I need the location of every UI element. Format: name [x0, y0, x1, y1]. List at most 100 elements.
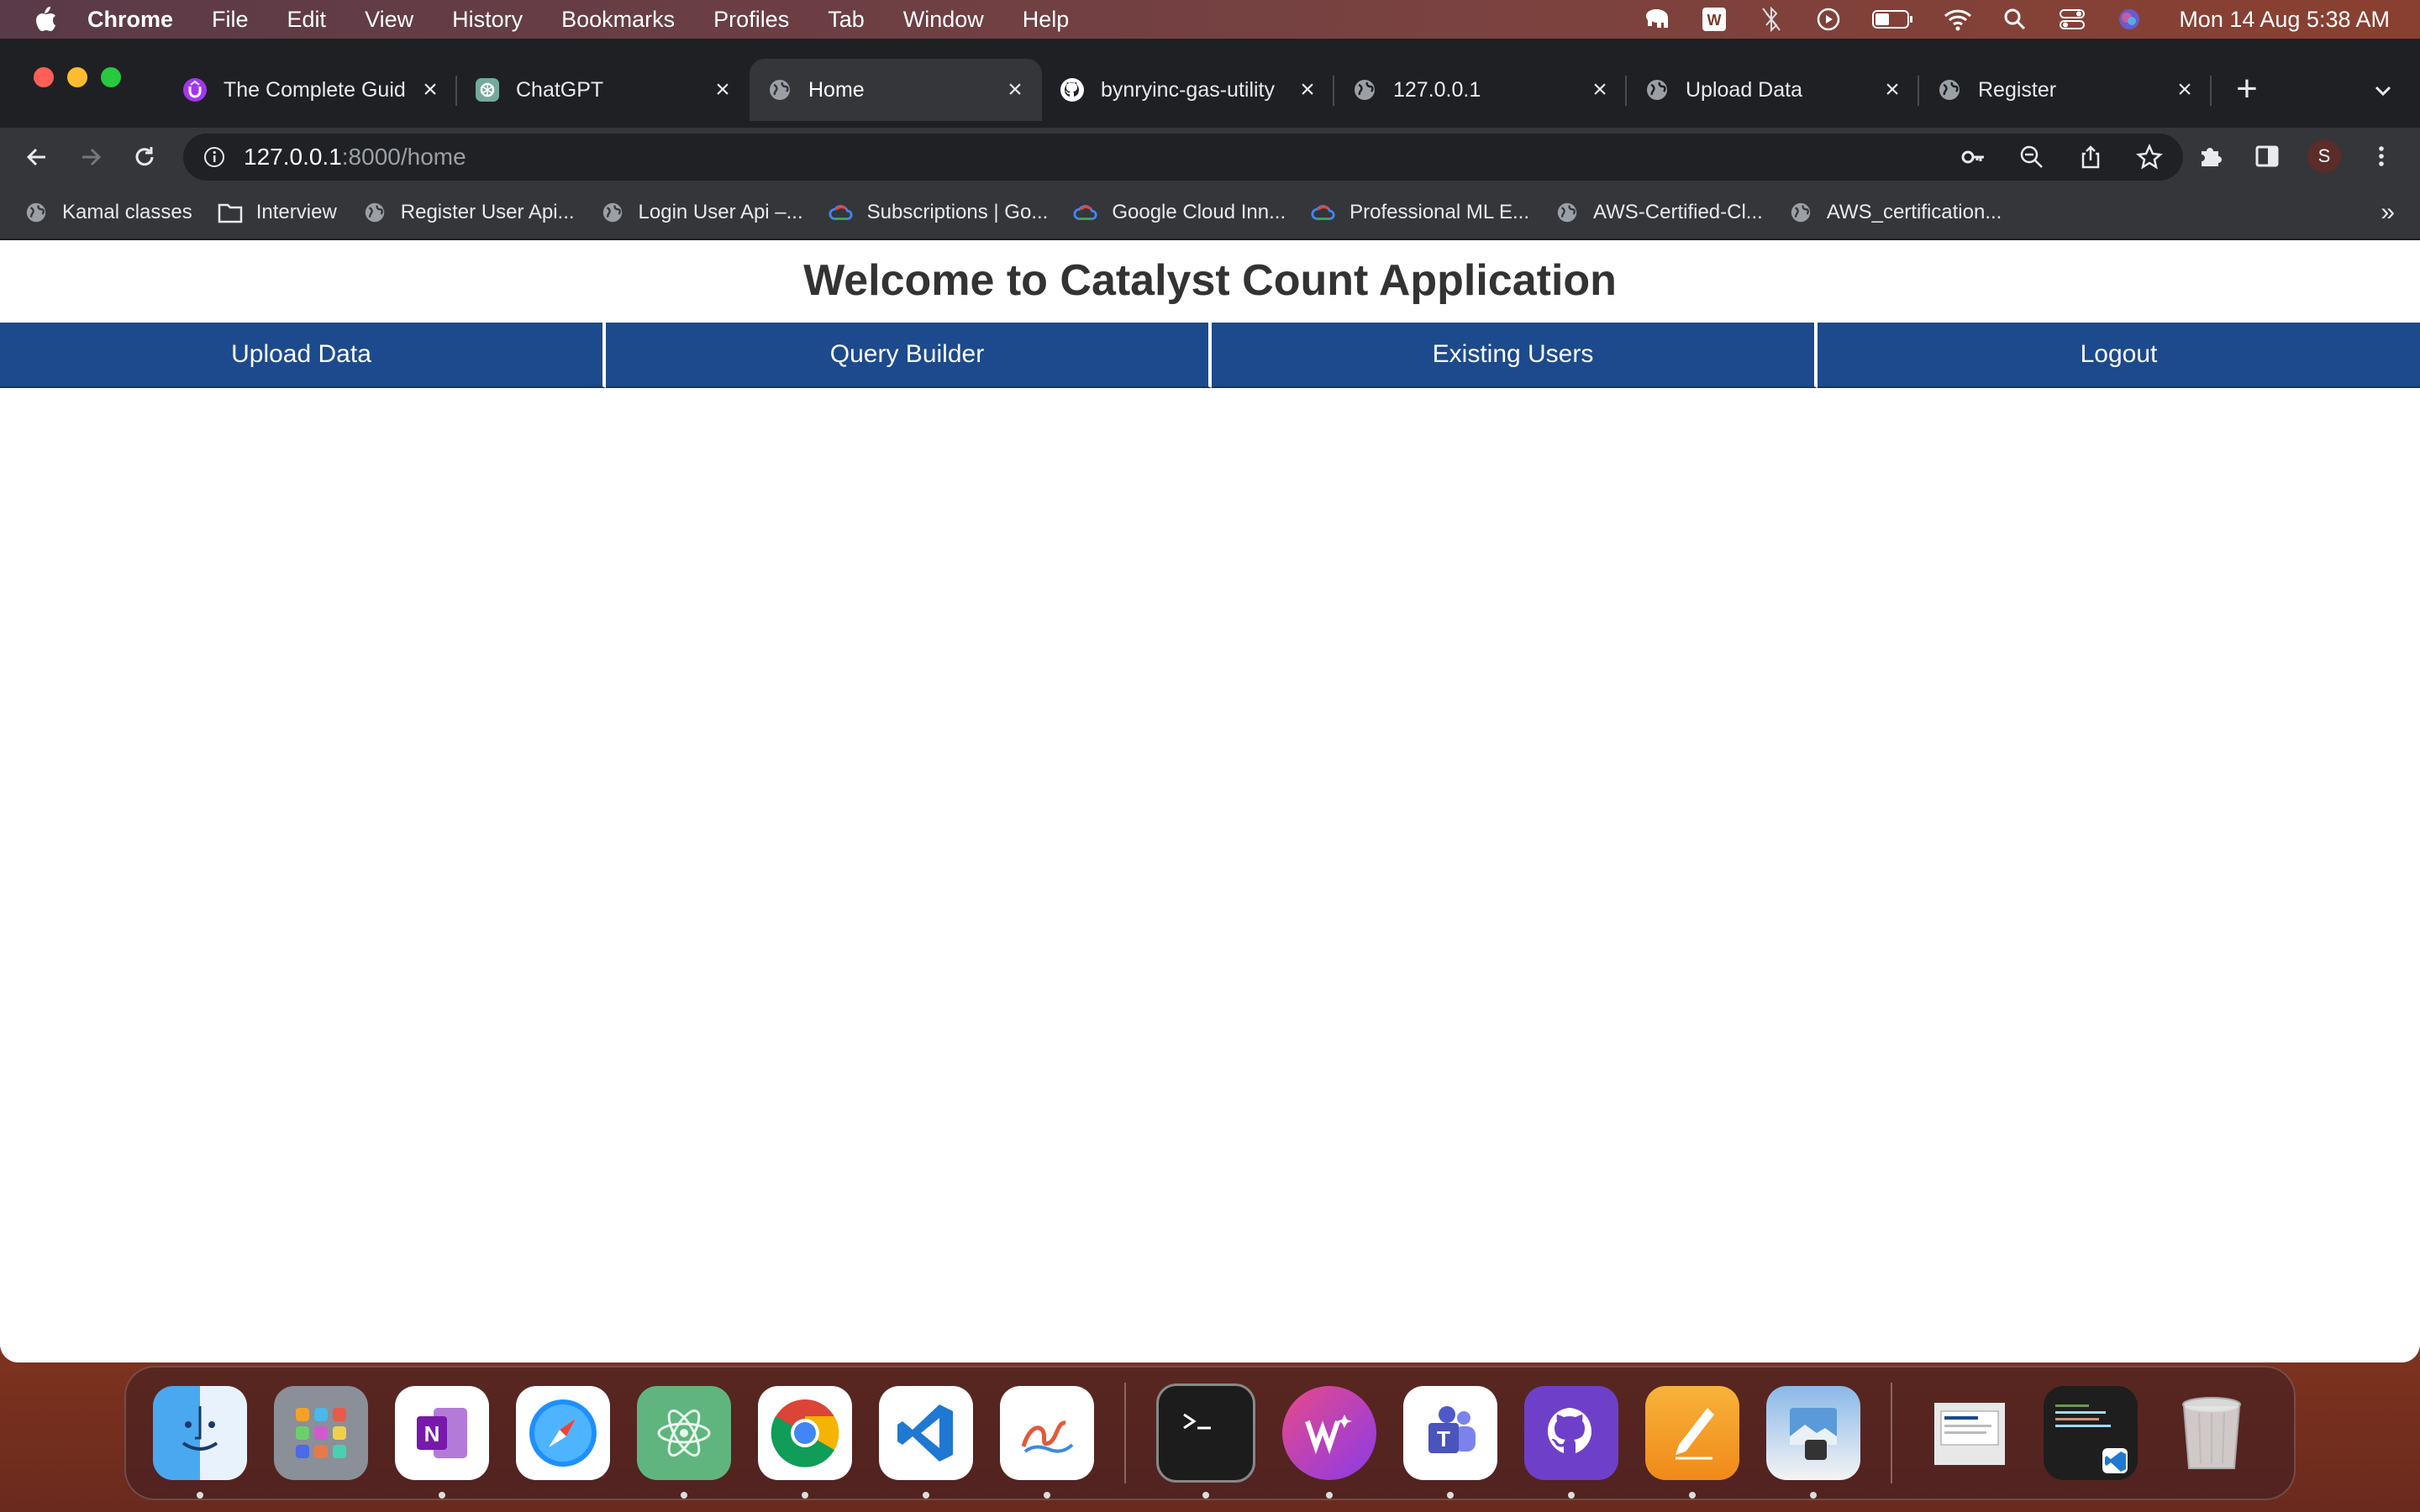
url-path: :8000/home: [341, 144, 466, 170]
onenote-icon[interactable]: N: [395, 1386, 489, 1499]
bookmark-label: Interview: [255, 201, 337, 223]
teams-icon[interactable]: T: [1403, 1386, 1497, 1499]
tab-register[interactable]: Register ×: [1919, 59, 2212, 121]
bookmark-login-user-api[interactable]: Login User Api –...: [600, 200, 803, 225]
bookmark-interview-folder[interactable]: Interview: [218, 200, 337, 225]
forward-arrow-icon[interactable]: [74, 140, 108, 174]
globe-icon: [24, 200, 49, 225]
menu-tab[interactable]: Tab: [828, 7, 865, 33]
key-icon[interactable]: [1956, 140, 1990, 174]
share-icon[interactable]: [2074, 140, 2107, 174]
siri-icon[interactable]: [2115, 7, 2144, 32]
address-bar[interactable]: 127.0.0.1:8000/home: [183, 134, 2183, 181]
svg-text:W: W: [1707, 12, 1722, 29]
back-arrow-icon[interactable]: [20, 140, 54, 174]
bookmark-google-cloud-inn[interactable]: Google Cloud Inn...: [1073, 200, 1286, 225]
close-tab-icon[interactable]: ×: [1296, 77, 1319, 102]
nav-upload-data[interactable]: Upload Data: [0, 323, 606, 388]
control-center-icon[interactable]: [2058, 7, 2086, 32]
vscode-icon[interactable]: [879, 1386, 973, 1499]
close-tab-icon[interactable]: ×: [2173, 77, 2196, 102]
extensions-puzzle-icon[interactable]: [2193, 139, 2227, 173]
menu-view[interactable]: View: [365, 7, 413, 33]
bookmark-star-icon[interactable]: [2133, 140, 2166, 174]
more-bookmarks-chevron[interactable]: »: [2381, 198, 2395, 227]
tab-title: Register: [1978, 77, 2057, 102]
finder-icon[interactable]: [153, 1386, 247, 1499]
close-tab-icon[interactable]: ×: [1003, 77, 1027, 102]
tab-github[interactable]: bynryinc-gas-utility ×: [1042, 59, 1334, 121]
menu-help[interactable]: Help: [1023, 7, 1070, 33]
document-thumbnail-icon[interactable]: [1923, 1386, 2017, 1480]
zoom-out-icon[interactable]: [2015, 140, 2049, 174]
battery-icon[interactable]: [1871, 7, 1915, 32]
close-tab-icon[interactable]: ×: [1881, 77, 1904, 102]
spotlight-search-icon[interactable]: [2001, 7, 2029, 32]
reload-icon[interactable]: [128, 140, 161, 174]
bookmark-register-user-api[interactable]: Register User Api...: [362, 200, 575, 225]
tab-upload-data[interactable]: Upload Data ×: [1627, 59, 1919, 121]
terminal-icon[interactable]: [1156, 1383, 1255, 1499]
menu-edit[interactable]: Edit: [287, 7, 327, 33]
kebab-menu-icon[interactable]: [2365, 139, 2398, 173]
menu-bookmarks[interactable]: Bookmarks: [561, 7, 675, 33]
clock[interactable]: Mon 14 Aug 5:38 AM: [2179, 7, 2390, 33]
nav-query-builder[interactable]: Query Builder: [606, 323, 1212, 388]
menu-file[interactable]: File: [212, 7, 249, 33]
pages-icon[interactable]: [1645, 1386, 1739, 1499]
url-text[interactable]: 127.0.0.1:8000/home: [244, 144, 466, 171]
bookmark-kamal-classes[interactable]: Kamal classes: [24, 200, 192, 225]
menu-history[interactable]: History: [452, 7, 523, 33]
nav-logout[interactable]: Logout: [1818, 323, 2420, 388]
wps-status-icon[interactable]: W: [1700, 7, 1728, 32]
freeform-icon[interactable]: [1000, 1386, 1094, 1499]
new-tab-button[interactable]: +: [2228, 71, 2265, 109]
menu-window[interactable]: Window: [903, 7, 984, 33]
tab-search-chevron-icon[interactable]: [2368, 76, 2398, 106]
menu-profiles[interactable]: Profiles: [713, 7, 789, 33]
elephant-icon[interactable]: [1643, 7, 1671, 32]
trash-icon[interactable]: [2165, 1386, 2259, 1480]
preview-icon[interactable]: [1766, 1386, 1860, 1499]
atom-icon[interactable]: [637, 1386, 731, 1499]
bookmark-subscriptions[interactable]: Subscriptions | Go...: [829, 200, 1048, 225]
minimize-window-button[interactable]: [67, 67, 87, 87]
github-desktop-icon[interactable]: [1524, 1386, 1618, 1499]
wifi-icon[interactable]: [1944, 7, 1972, 32]
launchpad-icon[interactable]: [274, 1386, 368, 1480]
close-window-button[interactable]: [34, 67, 54, 87]
google-cloud-icon: [1073, 200, 1098, 225]
tab-localhost[interactable]: 127.0.0.1 ×: [1334, 59, 1627, 121]
nav-existing-users[interactable]: Existing Users: [1212, 323, 1818, 388]
globe-icon: [362, 200, 387, 225]
tabs: The Complete Guid × ChatGPT × Home × byn…: [165, 59, 2212, 121]
play-circle-icon[interactable]: [1814, 7, 1843, 32]
vscode-window-thumbnail-icon[interactable]: [2044, 1386, 2138, 1480]
bookmark-aws-certification[interactable]: AWS_certification...: [1788, 200, 2002, 225]
close-tab-icon[interactable]: ×: [418, 77, 442, 102]
chrome-icon[interactable]: [758, 1386, 852, 1499]
main-nav: Upload Data Query Builder Existing Users…: [0, 323, 2420, 388]
dock-separator: [1891, 1383, 1892, 1483]
apple-icon[interactable]: [29, 3, 62, 36]
chatgpt-icon: [474, 76, 501, 103]
tab-complete-guide[interactable]: The Complete Guid ×: [165, 59, 457, 121]
profile-avatar[interactable]: S: [2307, 139, 2341, 173]
close-tab-icon[interactable]: ×: [711, 77, 734, 102]
tab-home[interactable]: Home ×: [750, 59, 1042, 121]
folder-icon: [218, 200, 243, 225]
google-cloud-icon: [829, 200, 854, 225]
wps-icon[interactable]: [1282, 1386, 1376, 1499]
safari-icon[interactable]: [516, 1386, 610, 1480]
close-tab-icon[interactable]: ×: [1588, 77, 1612, 102]
bookmark-aws-certified[interactable]: AWS-Certified-Cl...: [1555, 200, 1763, 225]
bluetooth-off-icon[interactable]: [1757, 7, 1786, 32]
tab-chatgpt[interactable]: ChatGPT ×: [457, 59, 750, 121]
bookmark-professional-ml[interactable]: Professional ML E...: [1311, 200, 1529, 225]
bookmark-label: AWS_certification...: [1826, 201, 2002, 223]
running-indicator: [197, 1492, 203, 1499]
menu-app-name[interactable]: Chrome: [87, 7, 173, 33]
side-panel-icon[interactable]: [2250, 139, 2284, 173]
zoom-window-button[interactable]: [101, 67, 121, 87]
site-info-icon[interactable]: [202, 144, 227, 170]
